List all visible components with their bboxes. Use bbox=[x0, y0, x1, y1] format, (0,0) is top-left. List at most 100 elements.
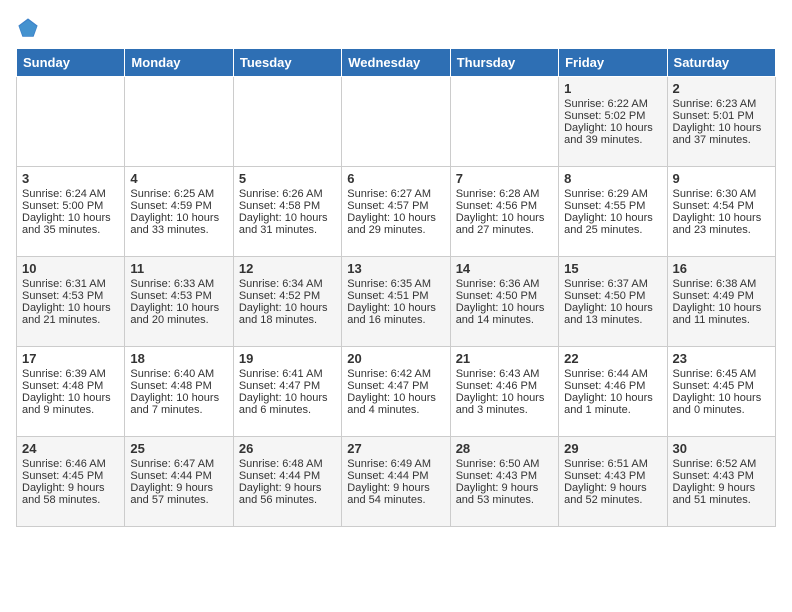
calendar-cell: 21 Sunrise: 6:43 AMSunset: 4:46 PMDayligh… bbox=[450, 347, 558, 437]
day-number: 6 bbox=[347, 171, 444, 186]
sunrise-text: Sunrise: 6:37 AM bbox=[564, 278, 661, 290]
weekday-header: Saturday bbox=[667, 49, 775, 77]
daylight-text: Daylight: 10 hours and 13 minutes. bbox=[564, 302, 661, 326]
daylight-text: Daylight: 10 hours and 4 minutes. bbox=[347, 392, 444, 416]
weekday-header: Sunday bbox=[17, 49, 125, 77]
daylight-text: Daylight: 10 hours and 18 minutes. bbox=[239, 302, 336, 326]
calendar-cell: 4Sunrise: 6:25 AMSunset: 4:59 PMDaylight… bbox=[125, 167, 233, 257]
sunrise-text: Sunrise: 6:48 AM bbox=[239, 458, 336, 470]
sunset-text: Sunset: 4:58 PM bbox=[239, 200, 336, 212]
day-number: 13 bbox=[347, 261, 444, 276]
calendar-cell bbox=[450, 77, 558, 167]
day-number: 9 bbox=[673, 171, 770, 186]
sunset-text: Sunset: 5:02 PM bbox=[564, 110, 661, 122]
daylight-text: Daylight: 10 hours and 0 minutes. bbox=[673, 392, 770, 416]
day-number: 1 bbox=[564, 81, 661, 96]
daylight-text: Daylight: 9 hours and 57 minutes. bbox=[130, 482, 227, 506]
sunrise-text: Sunrise: 6:36 AM bbox=[456, 278, 553, 290]
weekday-header: Friday bbox=[559, 49, 667, 77]
sunrise-text: Sunrise: 6:47 AM bbox=[130, 458, 227, 470]
day-number: 17 bbox=[22, 351, 119, 366]
sunrise-text: Sunrise: 6:35 AM bbox=[347, 278, 444, 290]
calendar-cell: 17Sunrise: 6:39 AMSunset: 4:48 PMDayligh… bbox=[17, 347, 125, 437]
calendar-cell: 13 Sunrise: 6:35 AMSunset: 4:51 PMDayligh… bbox=[342, 257, 450, 347]
day-number: 19 bbox=[239, 351, 336, 366]
day-number: 16 bbox=[673, 261, 770, 276]
sunrise-text: Sunrise: 6:42 AM bbox=[347, 368, 444, 380]
daylight-text: Daylight: 9 hours and 54 minutes. bbox=[347, 482, 444, 506]
calendar-cell bbox=[125, 77, 233, 167]
sunset-text: Sunset: 4:57 PM bbox=[347, 200, 444, 212]
sunrise-text: Sunrise: 6:29 AM bbox=[564, 188, 661, 200]
sunrise-text: Sunrise: 6:46 AM bbox=[22, 458, 119, 470]
daylight-text: Daylight: 10 hours and 35 minutes. bbox=[22, 212, 119, 236]
calendar-week-row: 10Sunrise: 6:31 AMSunset: 4:53 PMDayligh… bbox=[17, 257, 776, 347]
day-number: 21 bbox=[456, 351, 553, 366]
daylight-text: Daylight: 10 hours and 3 minutes. bbox=[456, 392, 553, 416]
calendar-cell: 30Sunrise: 6:52 AMSunset: 4:43 PMDayligh… bbox=[667, 437, 775, 527]
sunset-text: Sunset: 4:44 PM bbox=[347, 470, 444, 482]
weekday-header: Tuesday bbox=[233, 49, 341, 77]
sunset-text: Sunset: 4:43 PM bbox=[456, 470, 553, 482]
sunset-text: Sunset: 4:44 PM bbox=[239, 470, 336, 482]
sunrise-text: Sunrise: 6:27 AM bbox=[347, 188, 444, 200]
sunrise-text: Sunrise: 6:33 AM bbox=[130, 278, 227, 290]
calendar-week-row: 17 Sunrise: 6:39 AMSunset: 4:48 PM Dayligh… bbox=[17, 347, 776, 437]
daylight-text: Daylight: 10 hours and 11 minutes. bbox=[673, 302, 770, 326]
sunset-text: Sunset: 4:46 PM bbox=[456, 380, 553, 392]
daylight-text: Daylight: 10 hours and 23 minutes. bbox=[673, 212, 770, 236]
daylight-text: Daylight: 10 hours and 16 minutes. bbox=[347, 302, 444, 326]
sunset-text: Sunset: 4:54 PM bbox=[673, 200, 770, 212]
sunset-text: Sunset: 4:44 PM bbox=[130, 470, 227, 482]
calendar-cell: 22Sunrise: 6:44 AMSunset: 4:46 PMDayligh… bbox=[559, 347, 667, 437]
daylight-text: Daylight: 10 hours and 37 minutes. bbox=[673, 122, 770, 146]
sunrise-text: Sunrise: 6:49 AM bbox=[347, 458, 444, 470]
sunrise-text: Sunrise: 6:39 AM bbox=[22, 368, 119, 380]
daylight-text: Daylight: 10 hours and 31 minutes. bbox=[239, 212, 336, 236]
sunset-text: Sunset: 4:48 PM bbox=[22, 380, 119, 392]
calendar-cell: 26Sunrise: 6:48 AMSunset: 4:44 PMDayligh… bbox=[233, 437, 341, 527]
sunrise-text: Sunrise: 6:44 AM bbox=[564, 368, 661, 380]
day-number: 20 bbox=[347, 351, 444, 366]
daylight-text: Daylight: 10 hours and 29 minutes. bbox=[347, 212, 444, 236]
sunset-text: Sunset: 4:50 PM bbox=[564, 290, 661, 302]
calendar-cell: 1Sunrise: 6:22 AMSunset: 5:02 PMDaylight… bbox=[559, 77, 667, 167]
calendar-week-row: 3Sunrise: 6:24 AMSunset: 5:00 PMDaylight… bbox=[17, 167, 776, 257]
day-number: 30 bbox=[673, 441, 770, 456]
daylight-text: Daylight: 10 hours and 6 minutes. bbox=[239, 392, 336, 416]
sunset-text: Sunset: 4:47 PM bbox=[347, 380, 444, 392]
weekday-header: Wednesday bbox=[342, 49, 450, 77]
calendar-cell: 28Sunrise: 6:50 AMSunset: 4:43 PMDayligh… bbox=[450, 437, 558, 527]
calendar-cell: 20 Sunrise: 6:42 AMSunset: 4:47 PMDayligh… bbox=[342, 347, 450, 437]
daylight-text: Daylight: 10 hours and 7 minutes. bbox=[130, 392, 227, 416]
daylight-text: Daylight: 10 hours and 39 minutes. bbox=[564, 122, 661, 146]
daylight-text: Daylight: 9 hours and 51 minutes. bbox=[673, 482, 770, 506]
calendar-cell: 3Sunrise: 6:24 AMSunset: 5:00 PMDaylight… bbox=[17, 167, 125, 257]
sunrise-text: Sunrise: 6:40 AM bbox=[130, 368, 227, 380]
sunrise-text: Sunrise: 6:34 AM bbox=[239, 278, 336, 290]
sunset-text: Sunset: 4:51 PM bbox=[347, 290, 444, 302]
calendar-cell: 27 Sunrise: 6:49 AMSunset: 4:44 PMDayligh… bbox=[342, 437, 450, 527]
day-number: 11 bbox=[130, 261, 227, 276]
calendar-table: SundayMondayTuesdayWednesdayThursdayFrid… bbox=[16, 48, 776, 527]
calendar-cell: 9Sunrise: 6:30 AMSunset: 4:54 PMDaylight… bbox=[667, 167, 775, 257]
sunrise-text: Sunrise: 6:51 AM bbox=[564, 458, 661, 470]
calendar-cell: 18Sunrise: 6:40 AMSunset: 4:48 PMDayligh… bbox=[125, 347, 233, 437]
daylight-text: Daylight: 10 hours and 20 minutes. bbox=[130, 302, 227, 326]
daylight-text: Daylight: 9 hours and 58 minutes. bbox=[22, 482, 119, 506]
calendar-cell: 15 Sunrise: 6:37 AMSunset: 4:50 PMDayligh… bbox=[559, 257, 667, 347]
day-number: 22 bbox=[564, 351, 661, 366]
sunrise-text: Sunrise: 6:25 AM bbox=[130, 188, 227, 200]
calendar-cell: 29Sunrise: 6:51 AMSunset: 4:43 PMDayligh… bbox=[559, 437, 667, 527]
day-number: 2 bbox=[673, 81, 770, 96]
calendar-cell: 11 Sunrise: 6:33 AMSunset: 4:53 PMDayligh… bbox=[125, 257, 233, 347]
sunrise-text: Sunrise: 6:43 AM bbox=[456, 368, 553, 380]
sunset-text: Sunset: 4:53 PM bbox=[130, 290, 227, 302]
sunset-text: Sunset: 5:01 PM bbox=[673, 110, 770, 122]
day-number: 27 bbox=[347, 441, 444, 456]
logo-icon bbox=[16, 16, 40, 40]
daylight-text: Daylight: 9 hours and 56 minutes. bbox=[239, 482, 336, 506]
day-number: 15 bbox=[564, 261, 661, 276]
daylight-text: Daylight: 10 hours and 33 minutes. bbox=[130, 212, 227, 236]
daylight-text: Daylight: 10 hours and 1 minute. bbox=[564, 392, 661, 416]
